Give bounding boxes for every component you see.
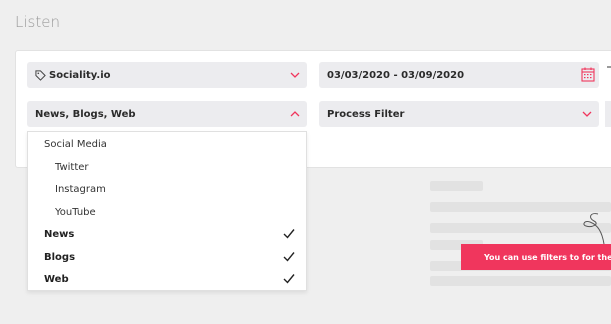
list-item-label: Twitter	[55, 161, 89, 173]
list-item-label: Social Media	[44, 138, 107, 150]
list-item-social-media[interactable]: Social Media	[28, 134, 306, 154]
sources-dropdown: Social Media Twitter Instagram YouTube N…	[27, 131, 307, 291]
list-item-web[interactable]: Web	[28, 269, 306, 289]
hint-banner: You can use filters to for the m	[461, 244, 611, 270]
list-item-label: Blogs	[44, 251, 76, 263]
brand-select-value: Sociality.io	[49, 69, 111, 81]
check-icon	[283, 252, 295, 262]
chevron-up-icon	[290, 111, 300, 117]
calendar-icon	[581, 67, 595, 82]
chevron-down-icon	[582, 111, 592, 117]
list-item-news[interactable]: News	[28, 224, 306, 244]
list-item-youtube[interactable]: YouTube	[28, 202, 306, 222]
sources-select[interactable]: News, Blogs, Web	[27, 101, 307, 127]
check-icon	[283, 229, 295, 239]
list-item-twitter[interactable]: Twitter	[28, 157, 306, 177]
sources-select-value: News, Blogs, Web	[35, 108, 136, 120]
skeleton-line	[430, 276, 611, 286]
tag-icon	[35, 69, 46, 81]
list-item-label: YouTube	[55, 206, 96, 218]
edge-fragment	[605, 101, 611, 127]
brand-select[interactable]: Sociality.io	[27, 62, 307, 88]
date-range-value: 03/03/2020 - 03/09/2020	[327, 69, 465, 81]
hint-text: You can use filters to for the m	[484, 252, 611, 262]
edge-fragment	[607, 66, 611, 68]
date-range-picker[interactable]: 03/03/2020 - 03/09/2020	[319, 62, 599, 88]
skeleton-line	[430, 181, 483, 191]
process-filter-value: Process Filter	[327, 108, 405, 120]
process-filter-select[interactable]: Process Filter	[319, 101, 599, 127]
list-item-label: Web	[44, 273, 69, 285]
list-item-instagram[interactable]: Instagram	[28, 179, 306, 199]
list-item-label: News	[44, 228, 75, 240]
page-title: Listen	[15, 13, 60, 31]
chevron-down-icon	[290, 72, 300, 78]
list-item-label: Instagram	[55, 183, 106, 195]
check-icon	[283, 274, 295, 284]
list-item-blogs[interactable]: Blogs	[28, 247, 306, 267]
